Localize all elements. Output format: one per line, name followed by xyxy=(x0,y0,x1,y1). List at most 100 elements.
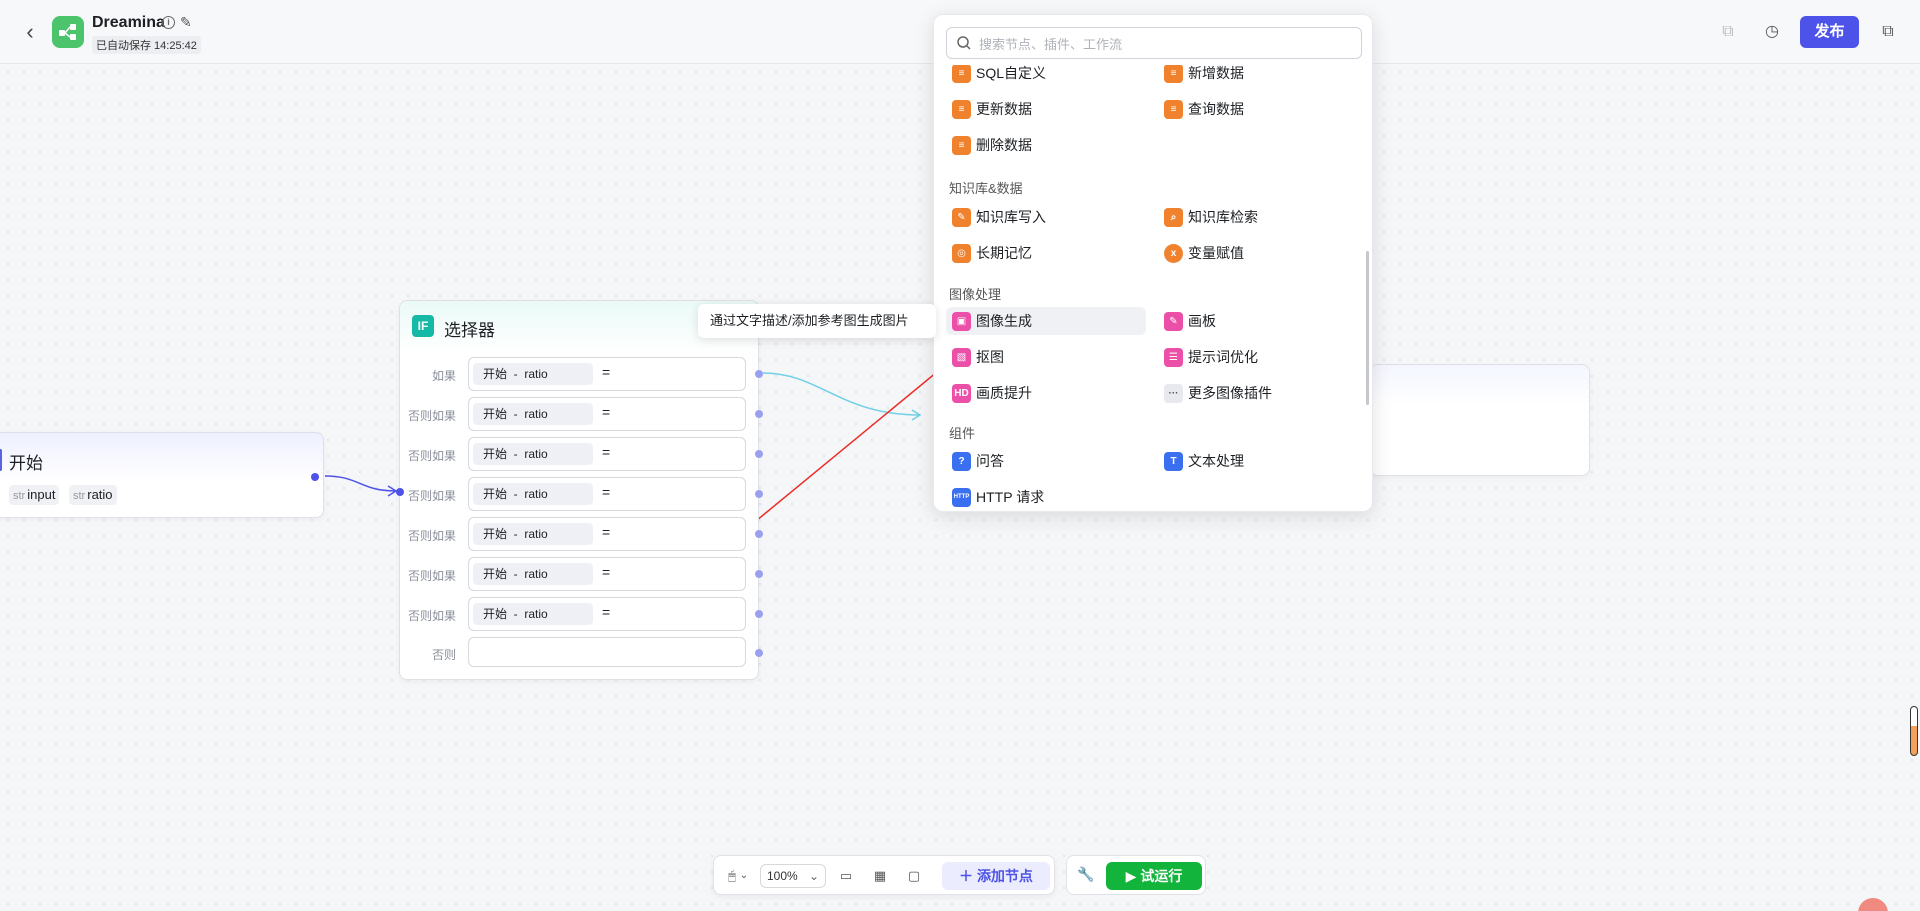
node-item-variable-assign[interactable]: x 变量赋值 xyxy=(1158,239,1358,267)
condition-row[interactable]: 开始 - ratio = xyxy=(468,397,746,431)
node-item-text-process[interactable]: T 文本处理 xyxy=(1158,447,1358,475)
start-node[interactable]: 开始 str input str ratio xyxy=(0,432,324,518)
node-item-label: 图像生成 xyxy=(976,313,1032,329)
condition-row[interactable]: 开始 - ratio = xyxy=(468,597,746,631)
condition-row[interactable]: 开始 - ratio = xyxy=(468,477,746,511)
node-item-label: 查询数据 xyxy=(1188,101,1244,117)
condition-output-port[interactable] xyxy=(755,370,763,378)
knowledge-write-icon: ✎ xyxy=(952,208,971,227)
section-title-component: 组件 xyxy=(949,426,976,441)
image-generate-icon: ▣ xyxy=(952,312,971,331)
else-label: 否则 xyxy=(431,648,456,662)
node-item-canvas[interactable]: ✎ 画板 xyxy=(1158,307,1358,335)
node-item-insert-data[interactable]: ≡ 新增数据 xyxy=(1158,65,1358,87)
start-output-port[interactable] xyxy=(311,473,319,481)
condition-variable[interactable]: 开始 - ratio xyxy=(473,443,593,465)
node-item-prompt-optimize[interactable]: ☰ 提示词优化 xyxy=(1158,343,1358,371)
question-icon: ? xyxy=(952,452,971,471)
start-var-input: str input xyxy=(9,485,60,505)
start-to-selector-edge xyxy=(324,475,397,492)
node-item-more-image-plugins[interactable]: ··· 更多图像插件 xyxy=(1158,379,1358,407)
node-list: ≡ SQL自定义 ≡ 新增数据 ≡ 更新数据 ≡ 查询数据 ≡ 删除数据 知识库… xyxy=(934,65,1372,511)
node-item-label: 抠图 xyxy=(976,349,1004,365)
condition-variable[interactable]: 开始 - ratio xyxy=(473,483,593,505)
run-toolbar: 🔧 ▶ 试运行 xyxy=(1066,855,1206,895)
condition-label: 否则如果 xyxy=(407,489,456,503)
node-item-quality-enhance[interactable]: HD 画质提升 xyxy=(946,379,1146,407)
condition-row[interactable]: 开始 - ratio = xyxy=(468,357,746,391)
side-widget[interactable] xyxy=(1910,706,1918,756)
prompt-optimize-icon: ☰ xyxy=(1164,348,1183,367)
node-item-label: 画板 xyxy=(1188,313,1216,329)
condition-variable[interactable]: 开始 - ratio xyxy=(473,563,593,585)
node-item-label: 文本处理 xyxy=(1188,453,1244,469)
condition-operator[interactable]: = xyxy=(602,364,610,380)
comment-icon[interactable]: ▭ xyxy=(836,866,856,886)
node-item-long-term-memory[interactable]: ◎ 长期记忆 xyxy=(946,239,1146,267)
selector-node[interactable]: IF 选择器 如果 开始 - ratio = 否则如果 开始 - ratio =… xyxy=(396,300,763,680)
node-search-box[interactable] xyxy=(946,27,1362,59)
condition-operator[interactable]: = xyxy=(602,444,610,460)
node-item-delete-data[interactable]: ≡ 删除数据 xyxy=(946,131,1146,159)
selector-to-node-edge xyxy=(762,372,921,416)
condition-label: 如果 xyxy=(431,369,456,383)
var-type-label: str xyxy=(73,490,86,502)
condition-row[interactable]: 开始 - ratio = xyxy=(468,557,746,591)
database-delete-icon: ≡ xyxy=(952,136,971,155)
condition-operator[interactable]: = xyxy=(602,484,610,500)
node-item-label: 知识库写入 xyxy=(976,209,1046,225)
condition-label: 否则如果 xyxy=(407,569,456,583)
node-item-update-data[interactable]: ≡ 更新数据 xyxy=(946,95,1146,123)
search-input[interactable] xyxy=(979,34,1349,54)
node-item-query-data[interactable]: ≡ 查询数据 xyxy=(1158,95,1358,123)
downstream-node[interactable] xyxy=(1370,364,1590,476)
var-name-label: ratio xyxy=(87,487,113,502)
node-item-label: 提示词优化 xyxy=(1188,349,1258,365)
node-item-label: 更新数据 xyxy=(976,101,1032,117)
minimap-icon[interactable]: ▢ xyxy=(904,866,924,886)
node-item-cutout[interactable]: ▧ 抠图 xyxy=(946,343,1146,371)
database-add-icon: ≡ xyxy=(1164,65,1183,83)
condition-output-port[interactable] xyxy=(755,450,763,458)
chevron-down-icon[interactable]: ⌄ xyxy=(738,866,750,886)
condition-operator[interactable]: = xyxy=(602,604,610,620)
else-row[interactable] xyxy=(468,637,746,667)
condition-operator[interactable]: = xyxy=(602,524,610,540)
condition-output-port[interactable] xyxy=(755,530,763,538)
start-node-title: 开始 xyxy=(9,454,43,473)
condition-label: 否则如果 xyxy=(407,409,456,423)
section-title-knowledge: 知识库&数据 xyxy=(949,181,1023,196)
selector-input-port[interactable] xyxy=(396,488,404,496)
node-item-label: 长期记忆 xyxy=(976,245,1032,261)
zoom-select[interactable]: 100% ⌄ xyxy=(760,864,826,888)
else-output-port[interactable] xyxy=(755,649,763,657)
condition-row[interactable]: 开始 - ratio = xyxy=(468,517,746,551)
start-var-ratio: str ratio xyxy=(69,485,117,505)
condition-operator[interactable]: = xyxy=(602,564,610,580)
test-run-button[interactable]: ▶ 试运行 xyxy=(1106,862,1202,890)
node-item-http-request[interactable]: HTTP HTTP 请求 xyxy=(946,483,1146,511)
layout-grid-icon[interactable]: ▦ xyxy=(870,866,890,886)
panel-scrollbar[interactable] xyxy=(1366,251,1369,405)
condition-variable[interactable]: 开始 - ratio xyxy=(473,523,593,545)
add-node-button[interactable]: ＋ 添加节点 xyxy=(942,862,1050,890)
node-item-image-generate[interactable]: ▣ 图像生成 xyxy=(946,307,1146,335)
condition-variable[interactable]: 开始 - ratio xyxy=(473,403,593,425)
condition-output-port[interactable] xyxy=(755,410,763,418)
condition-row[interactable]: 开始 - ratio = xyxy=(468,437,746,471)
more-icon: ··· xyxy=(1164,384,1183,403)
node-item-sql-custom[interactable]: ≡ SQL自定义 xyxy=(946,65,1146,87)
node-item-label: 更多图像插件 xyxy=(1188,385,1272,401)
condition-variable[interactable]: 开始 - ratio xyxy=(473,603,593,625)
condition-operator[interactable]: = xyxy=(602,404,610,420)
node-item-knowledge-search[interactable]: ⌕ 知识库检索 xyxy=(1158,203,1358,231)
condition-output-port[interactable] xyxy=(755,490,763,498)
node-item-qa[interactable]: ? 问答 xyxy=(946,447,1146,475)
condition-output-port[interactable] xyxy=(755,610,763,618)
node-item-knowledge-write[interactable]: ✎ 知识库写入 xyxy=(946,203,1146,231)
add-node-panel: ≡ SQL自定义 ≡ 新增数据 ≡ 更新数据 ≡ 查询数据 ≡ 删除数据 知识库… xyxy=(933,14,1373,512)
database-icon: ≡ xyxy=(952,65,971,83)
condition-output-port[interactable] xyxy=(755,570,763,578)
condition-variable[interactable]: 开始 - ratio xyxy=(473,363,593,385)
wrench-icon[interactable]: 🔧 xyxy=(1077,866,1094,883)
